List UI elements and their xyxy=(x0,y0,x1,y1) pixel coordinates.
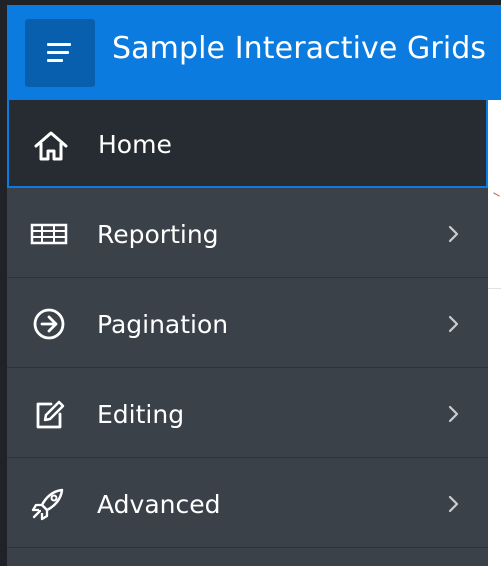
edit-icon xyxy=(29,396,69,432)
app-window: Sample Interactive Grids Home Reporting … xyxy=(0,0,501,566)
nav-item-pagination[interactable]: Pagination xyxy=(7,278,488,368)
arrow-circle-right-icon xyxy=(29,306,69,342)
chevron-right-icon xyxy=(443,312,463,336)
nav-item-reporting[interactable]: Reporting xyxy=(7,188,488,278)
app-header: Sample Interactive Grids xyxy=(7,5,501,100)
home-icon xyxy=(31,128,71,164)
page-mark xyxy=(493,192,500,197)
menu-toggle-button[interactable] xyxy=(25,19,95,87)
chevron-right-icon xyxy=(443,222,463,246)
table-icon xyxy=(29,216,69,252)
nav-divider xyxy=(7,547,488,548)
nav-item-label: Reporting xyxy=(97,220,219,249)
nav-item-label: Home xyxy=(98,130,172,159)
rocket-icon xyxy=(29,486,69,522)
nav-item-label: Advanced xyxy=(97,490,221,519)
app-title[interactable]: Sample Interactive Grids xyxy=(112,31,486,66)
chevron-right-icon xyxy=(443,492,463,516)
nav-item-advanced[interactable]: Advanced xyxy=(7,458,488,548)
page-body xyxy=(488,100,501,566)
nav-item-home[interactable]: Home xyxy=(7,100,488,188)
page-divider xyxy=(488,288,501,289)
side-navigation: Home Reporting Pagination Editing Advanc… xyxy=(7,100,488,566)
chevron-right-icon xyxy=(443,402,463,426)
nav-item-editing[interactable]: Editing xyxy=(7,368,488,458)
nav-item-label: Pagination xyxy=(97,310,229,339)
nav-item-label: Editing xyxy=(97,400,185,429)
